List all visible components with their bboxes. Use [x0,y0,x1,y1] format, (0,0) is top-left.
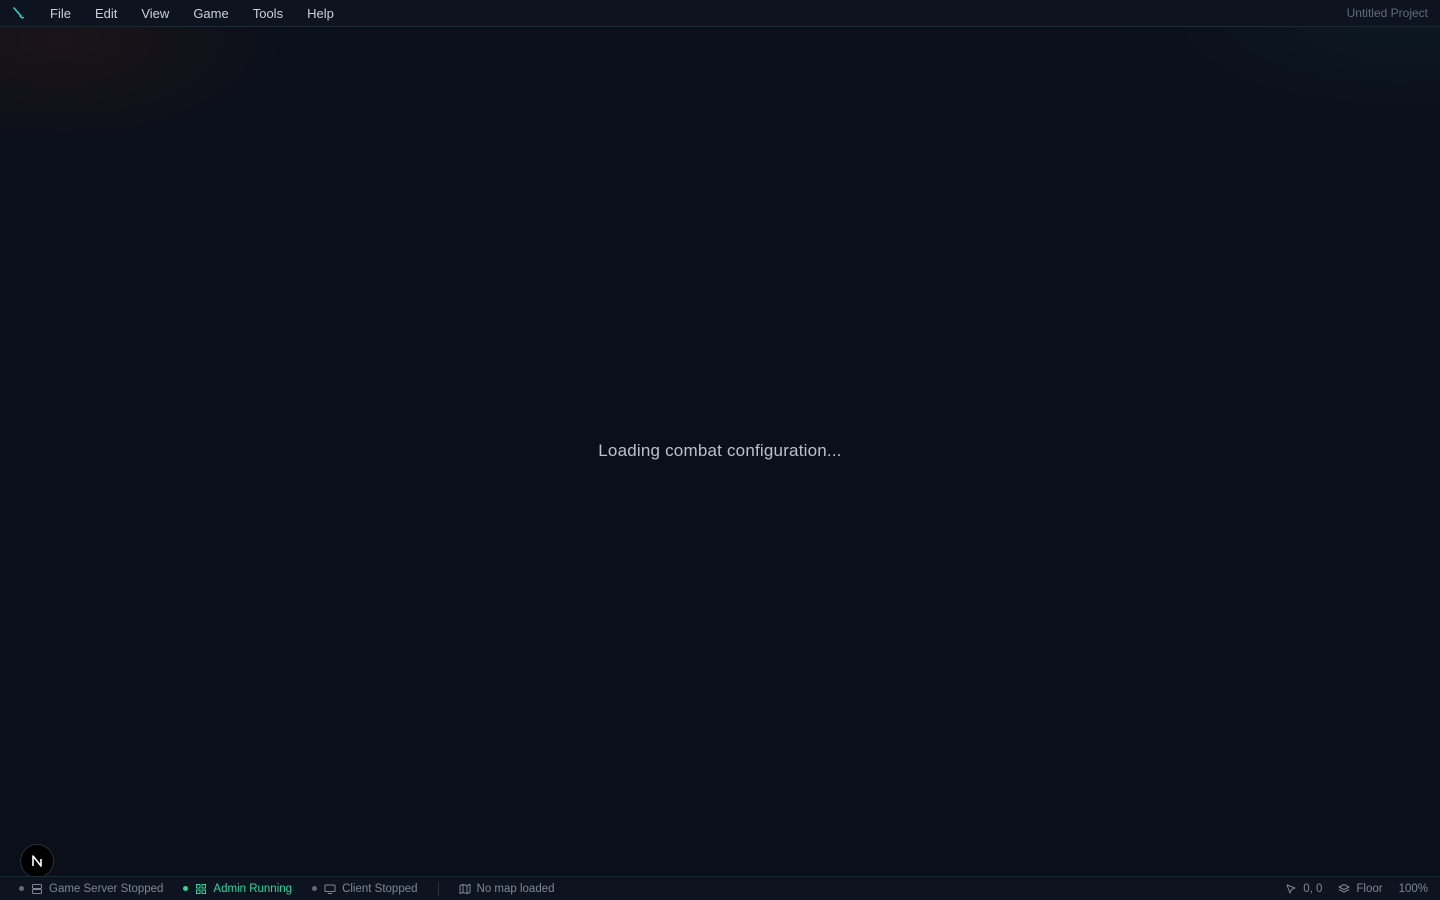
client-label: Client Stopped [342,882,418,895]
layer-label: Floor [1356,883,1383,895]
admin-label: Admin Running [213,882,293,895]
n-badge-button[interactable] [20,844,54,878]
status-bar: Game Server Stopped Admin Running Client… [0,876,1440,900]
menu-file[interactable]: File [38,0,83,27]
menu-tools[interactable]: Tools [241,0,295,27]
n-logo-icon [32,855,42,867]
menu-edit[interactable]: Edit [83,0,129,27]
status-dot [312,886,318,891]
status-divider [437,881,439,896]
server-icon [31,883,43,895]
status-dot [183,886,189,891]
monitor-icon [324,883,336,895]
menu-bar: File Edit View Game Tools Help Untitled … [0,0,1440,27]
layers-icon [1338,883,1350,895]
cursor-position: 0, 0 [1285,877,1322,900]
menu-help[interactable]: Help [295,0,346,27]
admin-status[interactable]: Admin Running [183,877,292,900]
cursor-coordinates: 0, 0 [1303,883,1323,895]
menu-game[interactable]: Game [181,0,240,27]
menu-view[interactable]: View [129,0,181,27]
map-label: No map loaded [476,882,555,895]
brush-icon[interactable] [0,0,36,27]
menu-items: File Edit View Game Tools Help [38,0,346,27]
map-status[interactable]: No map loaded [459,877,555,900]
app-window: File Edit View Game Tools Help Untitled … [0,0,1440,900]
project-title: Untitled Project [1346,6,1428,20]
client-status[interactable]: Client Stopped [312,877,418,900]
loading-message: Loading combat configuration... [598,441,842,460]
cursor-icon [1285,883,1297,895]
game-server-status[interactable]: Game Server Stopped [19,877,163,900]
game-server-label: Game Server Stopped [49,882,164,895]
map-icon [459,883,471,895]
zoom-indicator[interactable]: 100% [1399,877,1428,900]
zoom-label: 100% [1398,883,1428,895]
grid-icon [195,883,207,895]
status-dot [19,886,24,891]
layer-indicator[interactable]: Floor [1338,877,1383,900]
